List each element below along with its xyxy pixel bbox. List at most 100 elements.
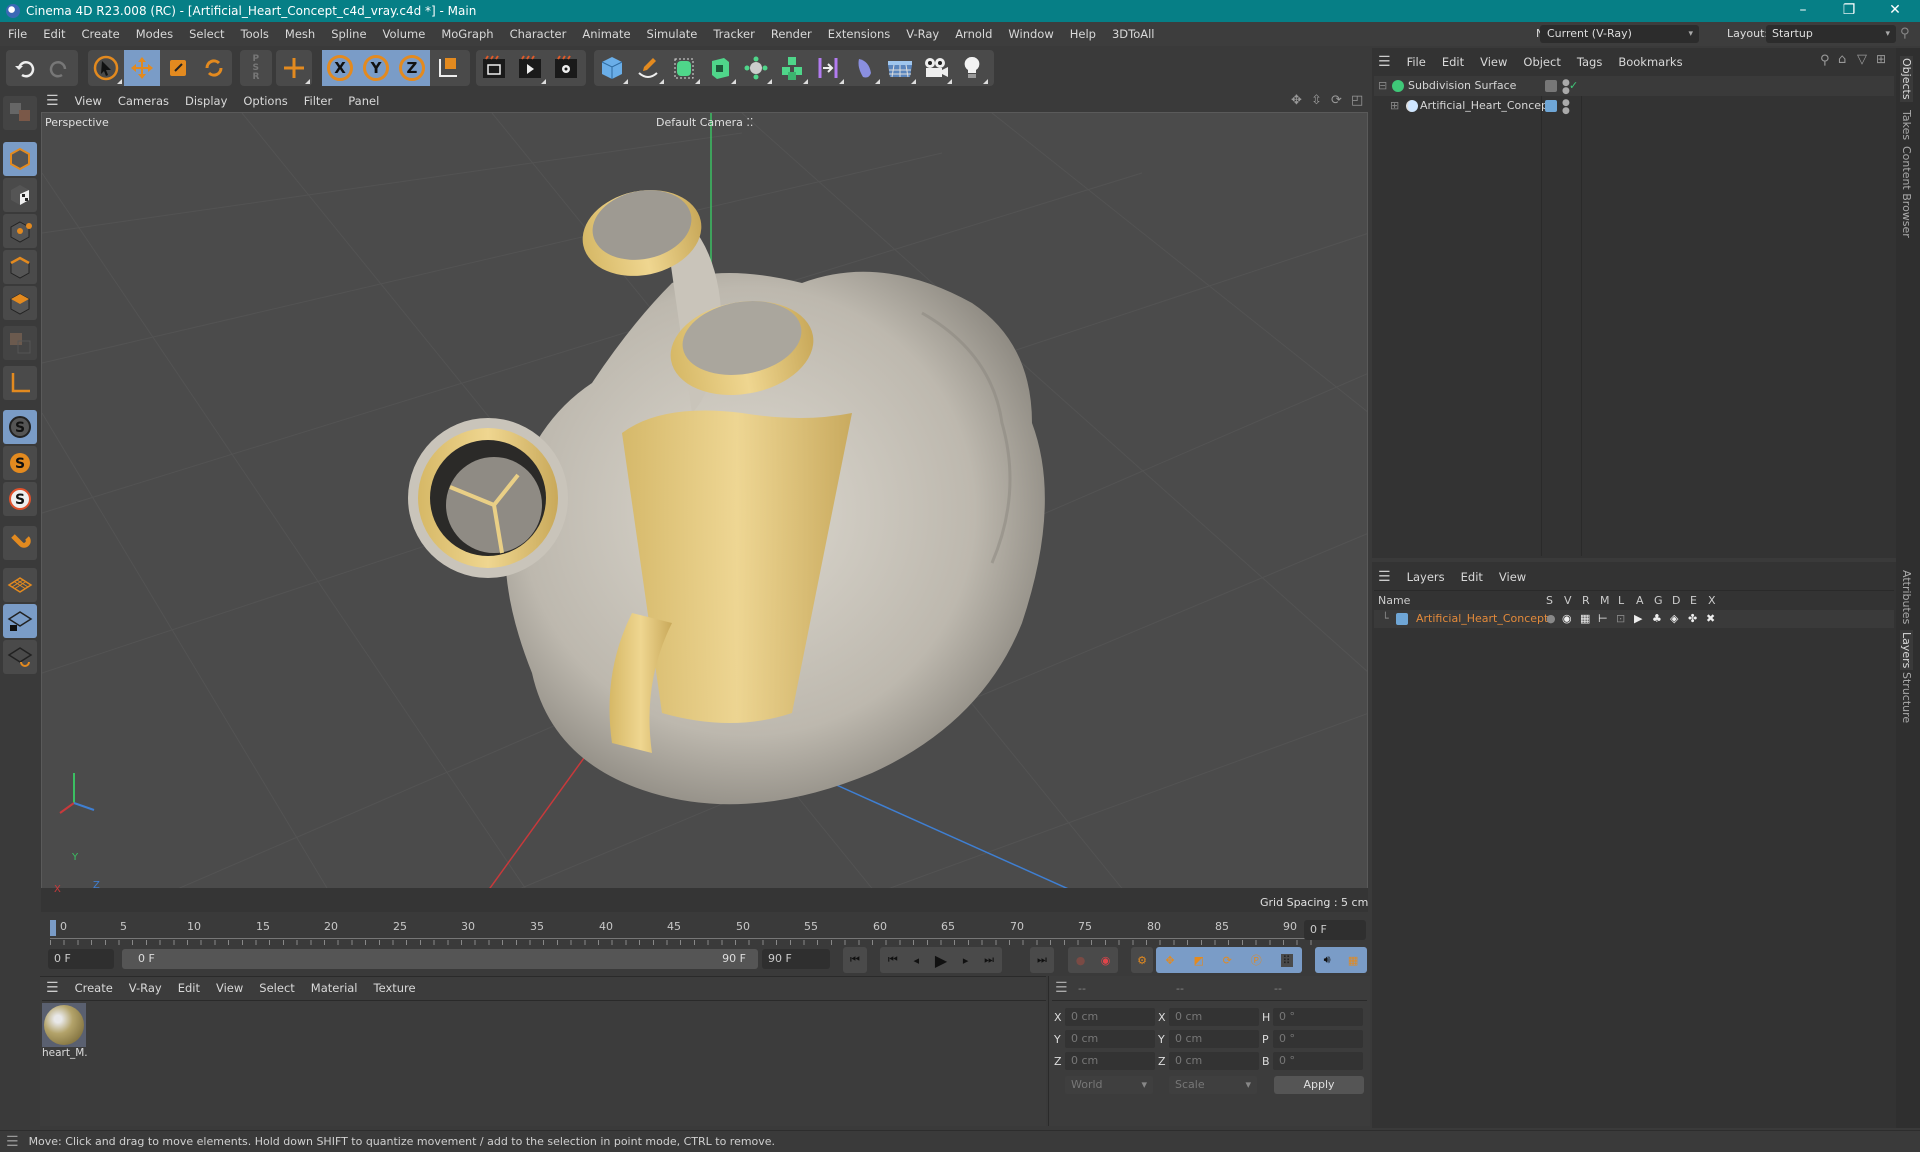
- key-parameter-icon[interactable]: Ⓟ: [1251, 952, 1262, 968]
- symmetry-button[interactable]: [810, 50, 846, 86]
- scale-tool-button[interactable]: [160, 50, 196, 86]
- close-button[interactable]: ✕: [1872, 0, 1918, 22]
- menu-mesh[interactable]: Mesh: [277, 27, 323, 41]
- move-tool-button[interactable]: [124, 50, 160, 86]
- col-manager[interactable]: M: [1600, 592, 1610, 610]
- last-tool-button[interactable]: [276, 50, 312, 86]
- rot-b-field[interactable]: 0 °: [1273, 1052, 1363, 1070]
- layer-color-swatch[interactable]: [1396, 613, 1408, 625]
- material-menu-vray[interactable]: V-Ray: [121, 981, 170, 995]
- pen-button[interactable]: [630, 50, 666, 86]
- make-editable-button[interactable]: [3, 96, 37, 130]
- render-settings-button[interactable]: [548, 50, 584, 86]
- tab-content-browser[interactable]: Content Browser: [1900, 146, 1913, 238]
- workplane-align-button[interactable]: [3, 640, 37, 674]
- uvw-mode-button[interactable]: [3, 326, 37, 360]
- rot-p-field[interactable]: 0 °: [1273, 1030, 1363, 1048]
- play-icon[interactable]: ▶: [935, 951, 947, 970]
- home-icon[interactable]: ⌂: [1838, 52, 1846, 67]
- lock-toggle-icon[interactable]: ⊡: [1616, 610, 1625, 628]
- layer-hamburger-icon[interactable]: ☰: [1372, 569, 1399, 585]
- object-row-artificial-heart[interactable]: ⊞ Artificial_Heart_Concept ● ●: [1374, 96, 1894, 116]
- menu-character[interactable]: Character: [502, 27, 575, 41]
- manager-toggle-icon[interactable]: ⊢: [1598, 610, 1608, 628]
- col-expressions[interactable]: E: [1690, 592, 1697, 610]
- viewport-menu-display[interactable]: Display: [177, 94, 235, 108]
- key-position-icon[interactable]: ✥: [1165, 954, 1174, 967]
- material-menu-texture[interactable]: Texture: [366, 981, 424, 995]
- xref-toggle-icon[interactable]: ✖: [1706, 610, 1715, 628]
- y-axis-lock-button[interactable]: Y: [358, 50, 394, 86]
- start-frame-field[interactable]: 0 F: [48, 949, 114, 969]
- workplane-button[interactable]: [3, 568, 37, 602]
- material-menu-material[interactable]: Material: [303, 981, 366, 995]
- object-hamburger-icon[interactable]: ☰: [1372, 54, 1399, 70]
- current-frame-field[interactable]: 0 F: [1304, 920, 1366, 940]
- layer-color-icon[interactable]: [1545, 100, 1557, 112]
- menu-extensions[interactable]: Extensions: [820, 27, 898, 41]
- tab-takes[interactable]: Takes: [1900, 110, 1913, 140]
- layer-menu-view[interactable]: View: [1491, 570, 1534, 584]
- view-toggle-icon[interactable]: ◉: [1562, 610, 1572, 628]
- object-menu-file[interactable]: File: [1399, 55, 1434, 69]
- tab-objects[interactable]: Objects: [1900, 56, 1913, 102]
- solo-toggle-icon[interactable]: ●: [1546, 610, 1556, 628]
- snap-workplane-button[interactable]: S: [3, 482, 37, 516]
- viewport-menu-filter[interactable]: Filter: [296, 94, 340, 108]
- autokey-icon[interactable]: ◉: [1101, 954, 1111, 967]
- menu-select[interactable]: Select: [181, 27, 232, 41]
- prev-keyframe-icon[interactable]: ⏮: [888, 953, 898, 967]
- axis-mode-button[interactable]: [3, 366, 37, 400]
- edge-mode-button[interactable]: [3, 250, 37, 284]
- z-axis-lock-button[interactable]: Z: [394, 50, 430, 86]
- render-toggle-icon[interactable]: ▦: [1580, 610, 1590, 628]
- transform-mode-dropdown[interactable]: Scale ▾: [1169, 1076, 1257, 1094]
- expand-icon[interactable]: ⊞: [1390, 96, 1399, 116]
- col-animation[interactable]: A: [1636, 592, 1644, 610]
- object-menu-view[interactable]: View: [1472, 55, 1515, 69]
- col-solo[interactable]: S: [1546, 592, 1553, 610]
- material-swatch[interactable]: heart_M.: [42, 1003, 88, 1059]
- go-to-end-button[interactable]: ⏭: [1030, 947, 1054, 973]
- render-picture-viewer-button[interactable]: [512, 50, 548, 86]
- search-icon[interactable]: ⚲: [1820, 53, 1830, 68]
- texture-mode-button[interactable]: [3, 178, 37, 212]
- collapse-icon[interactable]: ⊟: [1378, 76, 1387, 96]
- menu-file[interactable]: File: [0, 27, 35, 41]
- menu-animate[interactable]: Animate: [574, 27, 638, 41]
- menu-volume[interactable]: Volume: [375, 27, 434, 41]
- col-xref[interactable]: X: [1708, 592, 1716, 610]
- floor-button[interactable]: [882, 50, 918, 86]
- coord-hamburger-icon[interactable]: ☰: [1055, 980, 1068, 996]
- magnet-button[interactable]: [3, 526, 37, 560]
- undo-button[interactable]: [6, 50, 42, 86]
- pos-y-field[interactable]: 0 cm: [1065, 1030, 1155, 1048]
- enabled-check-icon[interactable]: ✓: [1569, 76, 1578, 96]
- key-scale-icon[interactable]: ◩: [1193, 954, 1203, 967]
- viewport-hamburger-icon[interactable]: ☰: [40, 93, 67, 109]
- polygon-mode-button[interactable]: [3, 286, 37, 320]
- col-render[interactable]: R: [1582, 592, 1590, 610]
- viewport-menu-panel[interactable]: Panel: [340, 94, 387, 108]
- snap-settings-button[interactable]: S: [3, 446, 37, 480]
- layout-dropdown[interactable]: Startup ▾: [1766, 25, 1896, 43]
- display-tag-icon[interactable]: [1545, 80, 1557, 92]
- viewport-menu-cameras[interactable]: Cameras: [110, 94, 177, 108]
- next-keyframe-icon[interactable]: ⏭: [984, 953, 994, 967]
- menu-tracker[interactable]: Tracker: [705, 27, 763, 41]
- material-menu-select[interactable]: Select: [251, 981, 302, 995]
- menu-help[interactable]: Help: [1062, 27, 1104, 41]
- visibility-dots-icon[interactable]: ● ●: [1562, 99, 1570, 116]
- tab-layers[interactable]: Layers: [1900, 630, 1913, 671]
- animation-toggle-icon[interactable]: ▶: [1634, 610, 1642, 628]
- menu-window[interactable]: Window: [1000, 27, 1061, 41]
- menu-spline[interactable]: Spline: [323, 27, 374, 41]
- object-menu-object[interactable]: Object: [1515, 55, 1568, 69]
- layer-row[interactable]: └ Artificial_Heart_Concept ● ◉ ▦ ⊢ ⊡ ▶ ♣…: [1374, 610, 1894, 628]
- menu-3dtoall[interactable]: 3DToAll: [1104, 27, 1163, 41]
- coordinate-system-button[interactable]: [430, 50, 466, 86]
- layer-menu-layers[interactable]: Layers: [1399, 570, 1453, 584]
- col-deformers[interactable]: D: [1672, 592, 1680, 610]
- size-z-field[interactable]: 0 cm: [1169, 1052, 1259, 1070]
- psr-button[interactable]: PSR: [240, 50, 272, 86]
